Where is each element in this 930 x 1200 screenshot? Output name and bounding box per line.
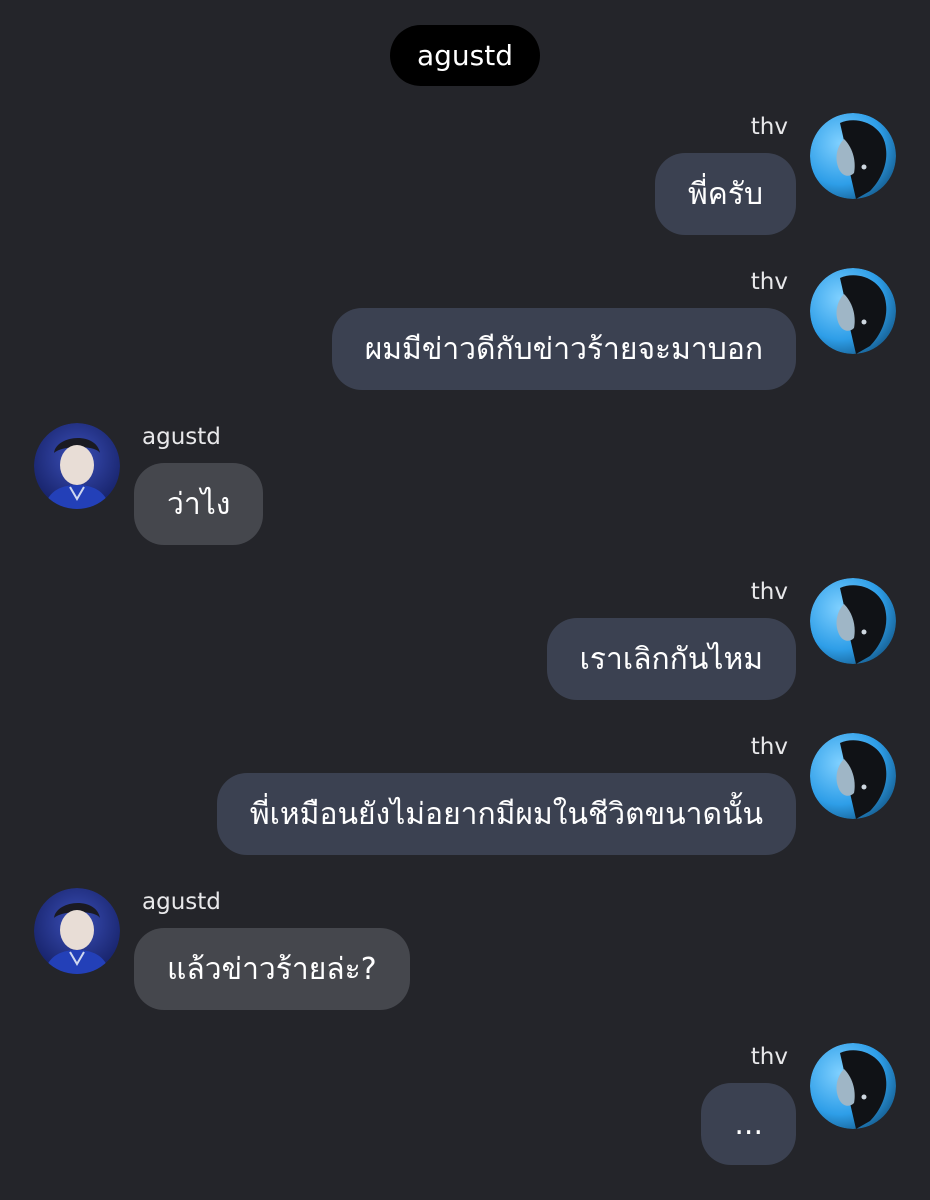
sender-name: thv <box>750 734 788 760</box>
message-row: thv เราเลิกกันไหม <box>0 578 930 718</box>
avatar-photo-thv <box>810 578 896 664</box>
message-row: thv ผมมีข่าวดีกับข่าวร้ายจะมาบอก <box>0 268 930 408</box>
message-text: แล้วข่าวร้ายล่ะ? <box>167 951 377 987</box>
message-bubble[interactable]: ผมมีข่าวดีกับข่าวร้ายจะมาบอก <box>331 308 796 390</box>
message-text: ผมมีข่าวดีกับข่าวร้ายจะมาบอก <box>364 331 763 367</box>
message-text: พี่ครับ <box>688 176 763 212</box>
avatar[interactable] <box>34 888 120 974</box>
avatar[interactable] <box>810 268 896 354</box>
avatar-photo-agustd <box>34 423 120 509</box>
sender-name: thv <box>750 114 788 140</box>
message-text: ... <box>734 1106 763 1142</box>
avatar-photo-agustd <box>34 888 120 974</box>
chat-title-pill[interactable]: agustd <box>390 25 540 86</box>
avatar[interactable] <box>34 423 120 509</box>
avatar-photo-thv <box>810 1043 896 1129</box>
avatar[interactable] <box>810 1043 896 1129</box>
message-row: thv พี่เหมือนยังไม่อยากมีผมในชีวิตขนาดนั… <box>0 733 930 873</box>
message-row: agustd ว่าไง <box>0 423 930 563</box>
avatar-photo-thv <box>810 268 896 354</box>
avatar-photo-thv <box>810 113 896 199</box>
avatar-photo-thv <box>810 733 896 819</box>
avatar[interactable] <box>810 113 896 199</box>
message-text: เราเลิกกันไหม <box>579 641 763 677</box>
message-row: agustd แล้วข่าวร้ายล่ะ? <box>0 888 930 1028</box>
message-bubble[interactable]: แล้วข่าวร้ายล่ะ? <box>134 928 410 1010</box>
message-row: thv พี่ครับ <box>0 113 930 253</box>
message-bubble[interactable]: พี่เหมือนยังไม่อยากมีผมในชีวิตขนาดนั้น <box>216 773 796 855</box>
message-bubble[interactable]: พี่ครับ <box>655 153 796 235</box>
message-text: ว่าไง <box>167 486 231 522</box>
sender-name: agustd <box>142 424 221 450</box>
sender-name: agustd <box>142 889 221 915</box>
sender-name: thv <box>750 1044 788 1070</box>
sender-name: thv <box>750 579 788 605</box>
message-bubble[interactable]: ว่าไง <box>134 463 264 545</box>
message-bubble[interactable]: ... <box>701 1083 796 1165</box>
avatar[interactable] <box>810 578 896 664</box>
sender-name: thv <box>750 269 788 295</box>
avatar[interactable] <box>810 733 896 819</box>
chat-title: agustd <box>416 39 514 72</box>
message-row: thv ... <box>0 1043 930 1183</box>
message-text: พี่เหมือนยังไม่อยากมีผมในชีวิตขนาดนั้น <box>249 796 763 832</box>
message-bubble[interactable]: เราเลิกกันไหม <box>546 618 796 700</box>
